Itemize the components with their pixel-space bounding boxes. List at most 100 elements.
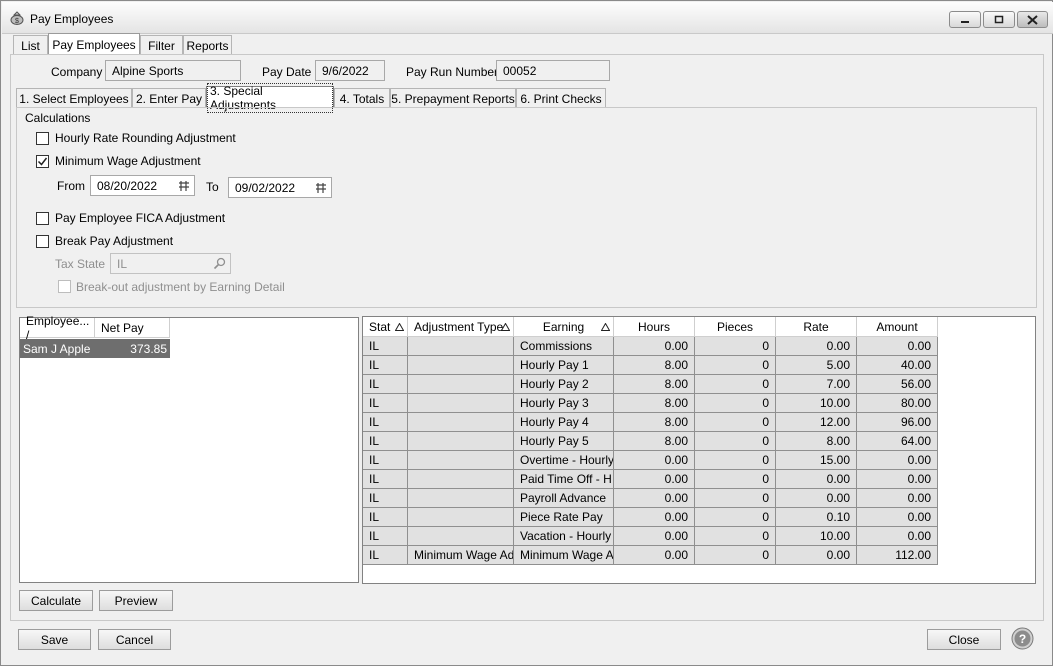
pieces-cell: 0 [695, 489, 776, 508]
calendar-icon[interactable] [178, 180, 190, 192]
breakout-checkbox[interactable] [58, 280, 71, 293]
step-tabs: 1. Select Employees 2. Enter Pay 3. Spec… [16, 82, 616, 113]
tab-totals[interactable]: 4. Totals [334, 88, 390, 108]
earning-column-header[interactable]: Earning [514, 317, 614, 337]
adjustment-type-column-header[interactable]: Adjustment Type [408, 317, 514, 337]
pieces-cell: 0 [695, 375, 776, 394]
breakout-label: Break-out adjustment by Earning Detail [76, 280, 285, 294]
stat-cell: IL [363, 356, 408, 375]
hours-cell: 0.00 [614, 546, 695, 565]
tax-state-input[interactable]: IL [110, 253, 231, 274]
pay-run-number-field: 00052 [496, 60, 610, 81]
amount-cell: 64.00 [857, 432, 938, 451]
hours-cell: 0.00 [614, 508, 695, 527]
adjustment-type-cell [408, 394, 514, 413]
earning-cell: Commissions [514, 337, 614, 356]
rate-cell: 0.00 [776, 470, 857, 489]
from-date-input[interactable]: 08/20/2022 [90, 175, 195, 196]
checkmark-icon [37, 157, 48, 166]
hourly-rounding-checkbox[interactable] [36, 132, 49, 145]
svg-text:?: ? [1019, 632, 1026, 646]
minimize-button[interactable] [949, 11, 981, 28]
tab-pay-employees[interactable]: Pay Employees [48, 33, 140, 55]
close-window-button[interactable] [1017, 11, 1048, 28]
rate-cell: 0.00 [776, 337, 857, 356]
amount-cell: 80.00 [857, 394, 938, 413]
employee-grid: Employee... / Net Pay Sam J Apple 373.85 [19, 314, 359, 583]
tab-special-adjustments[interactable]: 3. Special Adjustments [206, 82, 334, 113]
min-wage-label: Minimum Wage Adjustment [55, 154, 201, 168]
stat-cell: IL [363, 489, 408, 508]
pieces-column-header[interactable]: Pieces [695, 317, 776, 337]
window-title: Pay Employees [30, 12, 114, 26]
cancel-button[interactable]: Cancel [98, 629, 171, 650]
help-icon[interactable]: ? [1011, 627, 1034, 650]
rate-cell: 5.00 [776, 356, 857, 375]
adjustment-type-cell [408, 337, 514, 356]
money-bag-icon: $ [10, 11, 24, 25]
hours-cell: 0.00 [614, 451, 695, 470]
stat-cell: IL [363, 527, 408, 546]
earning-cell: Hourly Pay 1 [514, 356, 614, 375]
amount-cell: 0.00 [857, 508, 938, 527]
stat-column-header[interactable]: Stat [363, 317, 408, 337]
amount-cell: 0.00 [857, 527, 938, 546]
adjustment-type-cell [408, 432, 514, 451]
pay-run-number-label: Pay Run Number [406, 65, 499, 79]
stat-cell: IL [363, 508, 408, 527]
fica-checkbox[interactable] [36, 212, 49, 225]
hours-cell: 8.00 [614, 375, 695, 394]
calculate-button[interactable]: Calculate [19, 590, 93, 611]
pieces-cell: 0 [695, 527, 776, 546]
tab-print-checks[interactable]: 6. Print Checks [516, 88, 606, 108]
break-pay-checkbox[interactable] [36, 235, 49, 248]
close-button[interactable]: Close [927, 629, 1001, 650]
calendar-icon[interactable] [315, 182, 327, 194]
rate-cell: 10.00 [776, 527, 857, 546]
restore-icon [994, 15, 1004, 24]
earning-cell: Overtime - Hourly [514, 451, 614, 470]
tab-enter-pay[interactable]: 2. Enter Pay [132, 88, 206, 108]
stat-header-label: Stat [369, 319, 391, 334]
amount-cell: 112.00 [857, 546, 938, 565]
rate-column-header[interactable]: Rate [776, 317, 857, 337]
adjustment-type-cell: Minimum Wage Ad [408, 546, 514, 565]
preview-button[interactable]: Preview [99, 590, 173, 611]
search-icon[interactable] [213, 257, 226, 270]
pay-date-label: Pay Date [262, 65, 312, 79]
tab-reports[interactable]: Reports [183, 35, 232, 55]
tab-filter[interactable]: Filter [140, 35, 183, 55]
amount-column-header[interactable]: Amount [857, 317, 938, 337]
hours-cell: 8.00 [614, 432, 695, 451]
stat-cell: IL [363, 394, 408, 413]
pieces-cell: 0 [695, 451, 776, 470]
save-button[interactable]: Save [18, 629, 91, 650]
tab-prepayment-reports[interactable]: 5. Prepayment Reports [390, 88, 516, 108]
main-panel: Company Alpine Sports Pay Date 9/6/2022 … [10, 54, 1044, 621]
company-label: Company [51, 65, 103, 79]
amount-cell: 96.00 [857, 413, 938, 432]
employee-column-header[interactable]: Employee... / [20, 314, 95, 342]
hours-cell: 0.00 [614, 470, 695, 489]
restore-button[interactable] [983, 11, 1015, 28]
hours-cell: 0.00 [614, 527, 695, 546]
company-field: Alpine Sports [105, 60, 241, 81]
pay-employees-window: $ Pay Employees List Pay Employees Filte… [0, 0, 1053, 666]
svg-text:$: $ [15, 18, 19, 25]
to-label: To [206, 180, 219, 194]
tab-select-employees[interactable]: 1. Select Employees [16, 88, 132, 108]
net-pay-column-header[interactable]: Net Pay [95, 318, 170, 338]
table-row[interactable]: Sam J Apple 373.85 [20, 339, 170, 358]
adjustment-type-cell [408, 375, 514, 394]
tab-list[interactable]: List [13, 35, 48, 55]
pieces-cell: 0 [695, 432, 776, 451]
stat-cell: IL [363, 375, 408, 394]
earning-cell: Hourly Pay 5 [514, 432, 614, 451]
hours-column-header[interactable]: Hours [614, 317, 695, 337]
to-date-input[interactable]: 09/02/2022 [228, 177, 332, 198]
from-label: From [57, 179, 85, 193]
hours-cell: 0.00 [614, 337, 695, 356]
pay-date-field: 9/6/2022 [315, 60, 385, 81]
adjustment-type-cell [408, 356, 514, 375]
min-wage-checkbox[interactable] [36, 155, 49, 168]
